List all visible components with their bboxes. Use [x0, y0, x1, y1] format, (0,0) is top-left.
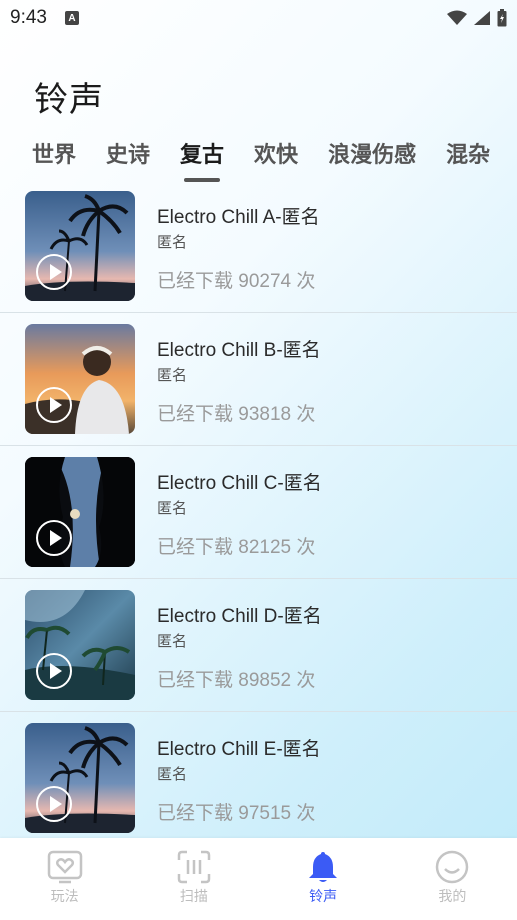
a-notification-icon: A	[64, 11, 79, 25]
status-time: 9:43	[10, 7, 47, 28]
play-icon[interactable]	[36, 653, 72, 689]
tab-world[interactable]: 世界	[32, 140, 76, 184]
thumbnail-girl-sunset	[25, 324, 135, 434]
ringtone-list: Electro Chill A-匿名 匿名 已经下载 90274 次 Elect…	[0, 180, 517, 845]
download-count: 已经下载 97515 次	[157, 803, 316, 824]
ringtone-artist: 匿名	[157, 367, 188, 384]
ringtone-artist: 匿名	[157, 633, 188, 650]
tab-cheerful[interactable]: 欢快	[254, 140, 298, 184]
tab-epic[interactable]: 史诗	[106, 140, 150, 184]
tab-mixed[interactable]: 混杂	[446, 140, 490, 184]
download-count: 已经下载 90274 次	[157, 271, 316, 292]
play-icon[interactable]	[36, 254, 72, 290]
signal-icon	[474, 11, 490, 25]
play-icon[interactable]	[36, 520, 72, 556]
ringtone-artist: 匿名	[157, 234, 188, 251]
bell-icon	[309, 852, 338, 882]
bottom-nav: 玩法 扫描 铃声 我的	[0, 838, 517, 920]
play-icon[interactable]	[36, 387, 72, 423]
list-item[interactable]: Electro Chill C-匿名 匿名 已经下载 82125 次	[0, 446, 517, 579]
download-count: 已经下载 93818 次	[157, 404, 316, 425]
play-icon[interactable]	[36, 786, 72, 822]
nav-label: 我的	[438, 888, 467, 904]
download-count: 已经下载 82125 次	[157, 537, 316, 558]
ringtone-artist: 匿名	[157, 500, 188, 517]
ringtone-artist: 匿名	[157, 766, 188, 783]
ringtone-title: Electro Chill C-匿名	[157, 473, 322, 494]
smile-icon	[436, 850, 469, 884]
nav-play[interactable]: 玩法	[0, 838, 129, 920]
nav-label: 铃声	[309, 888, 338, 904]
ringtone-title: Electro Chill B-匿名	[157, 340, 321, 361]
list-item[interactable]: Electro Chill A-匿名 匿名 已经下载 90274 次	[0, 180, 517, 313]
wifi-icon	[447, 10, 467, 25]
heart-card-icon	[47, 850, 82, 884]
nav-ringtone[interactable]: 铃声	[259, 838, 388, 920]
scan-icon	[177, 850, 211, 884]
page-title: 铃声	[34, 80, 104, 120]
tab-retro[interactable]: 复古	[180, 140, 224, 184]
list-item[interactable]: Electro Chill B-匿名 匿名 已经下载 93818 次	[0, 313, 517, 446]
tab-romantic-sad[interactable]: 浪漫伤感	[328, 140, 416, 184]
ringtone-title: Electro Chill D-匿名	[157, 606, 322, 627]
list-item[interactable]: Electro Chill E-匿名 匿名 已经下载 97515 次	[0, 712, 517, 845]
thumbnail-palm-sunset	[25, 723, 135, 833]
status-bar: 9:43 A	[0, 0, 517, 36]
ringtone-title: Electro Chill E-匿名	[157, 739, 321, 760]
nav-label: 玩法	[50, 888, 79, 904]
list-item[interactable]: Electro Chill D-匿名 匿名 已经下载 89852 次	[0, 579, 517, 712]
nav-label: 扫描	[179, 888, 208, 904]
battery-icon	[497, 9, 507, 27]
ringtone-title: Electro Chill A-匿名	[157, 207, 320, 228]
thumbnail-palm-sunset	[25, 191, 135, 301]
thumbnail-palm-ocean	[25, 590, 135, 700]
nav-mine[interactable]: 我的	[388, 838, 517, 920]
nav-scan[interactable]: 扫描	[129, 838, 258, 920]
thumbnail-night-trees-moon	[25, 457, 135, 567]
download-count: 已经下载 89852 次	[157, 670, 316, 691]
